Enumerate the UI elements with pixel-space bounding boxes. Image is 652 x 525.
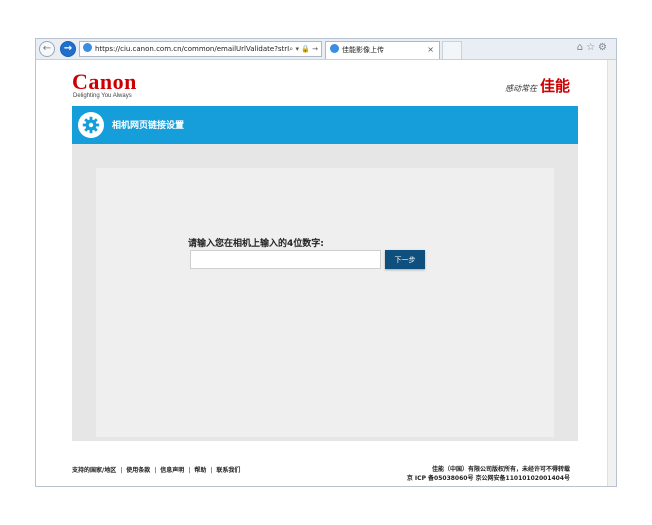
- copyright-text: 佳能（中国）有限公司版权所有，未经许可不得转载: [431, 466, 570, 473]
- next-step-button[interactable]: 下一步: [385, 250, 425, 269]
- tab-title: 佳能影像上传: [342, 46, 384, 54]
- code-input[interactable]: [190, 250, 381, 269]
- canon-logo[interactable]: Canon: [72, 69, 137, 95]
- footer-separator: |: [154, 467, 157, 474]
- footer-separator: |: [120, 467, 123, 474]
- address-bar[interactable]: https://ciu.canon.com.cn/common/emailUrl…: [79, 41, 322, 57]
- form-panel: 请输入您在相机上输入的4位数字: 下一步: [96, 168, 554, 437]
- brand-slogan: 感动常在: [504, 84, 537, 93]
- icp-text: 京 ICP 备05038060号 京公网安备11010102001404号: [406, 475, 570, 482]
- footer-separator: |: [188, 467, 191, 474]
- title-banner: 相机网页链接设置: [72, 106, 578, 144]
- code-prompt-label: 请输入您在相机上输入的4位数字:: [188, 239, 324, 249]
- back-arrow-icon[interactable]: ←: [39, 41, 55, 57]
- forward-arrow-icon[interactable]: →: [60, 41, 76, 57]
- web-page: Canon Delighting You Always 感动常在 佳能 相机网页…: [36, 60, 607, 486]
- copyright-block: 佳能（中国）有限公司版权所有，未经许可不得转载 京 ICP 备05038060号…: [407, 465, 570, 483]
- ie-page-icon: [83, 43, 92, 52]
- address-url: https://ciu.canon.com.cn/common/emailUrl…: [95, 45, 290, 53]
- new-tab-button[interactable]: [442, 41, 462, 59]
- brand-slogan-block: 感动常在 佳能: [505, 75, 570, 96]
- browser-toolbar: ← → https://ciu.canon.com.cn/common/emai…: [36, 39, 616, 60]
- footer-separator: |: [210, 467, 213, 474]
- footer-link-countries[interactable]: 支持的国家/地区: [72, 467, 116, 474]
- footer-link-terms[interactable]: 使用条款: [126, 467, 150, 474]
- tab-close-icon[interactable]: ×: [427, 42, 434, 58]
- vertical-scrollbar[interactable]: [607, 60, 616, 486]
- address-tools[interactable]: ⌕ ▾ 🔒 →: [289, 42, 318, 56]
- gear-icon: [78, 112, 104, 138]
- footer-link-help[interactable]: 帮助: [194, 467, 206, 474]
- main-content: 请输入您在相机上输入的4位数字: 下一步: [72, 144, 578, 441]
- footer-links: 支持的国家/地区 | 使用条款 | 信息声明 | 帮助 | 联系我们: [72, 465, 240, 474]
- footer-link-disclaimer[interactable]: 信息声明: [160, 467, 184, 474]
- brand-name-cn: 佳能: [539, 77, 570, 95]
- home-star-gear-icons[interactable]: ⌂☆⚙: [577, 42, 610, 53]
- browser-window: ← → https://ciu.canon.com.cn/common/emai…: [35, 38, 617, 487]
- page-title: 相机网页链接设置: [112, 121, 185, 131]
- footer-link-contact[interactable]: 联系我们: [216, 467, 240, 474]
- logo-tagline: Delighting You Always: [73, 93, 132, 99]
- ie-tab-icon: [330, 44, 339, 53]
- browser-tab[interactable]: 佳能影像上传 ×: [325, 41, 440, 59]
